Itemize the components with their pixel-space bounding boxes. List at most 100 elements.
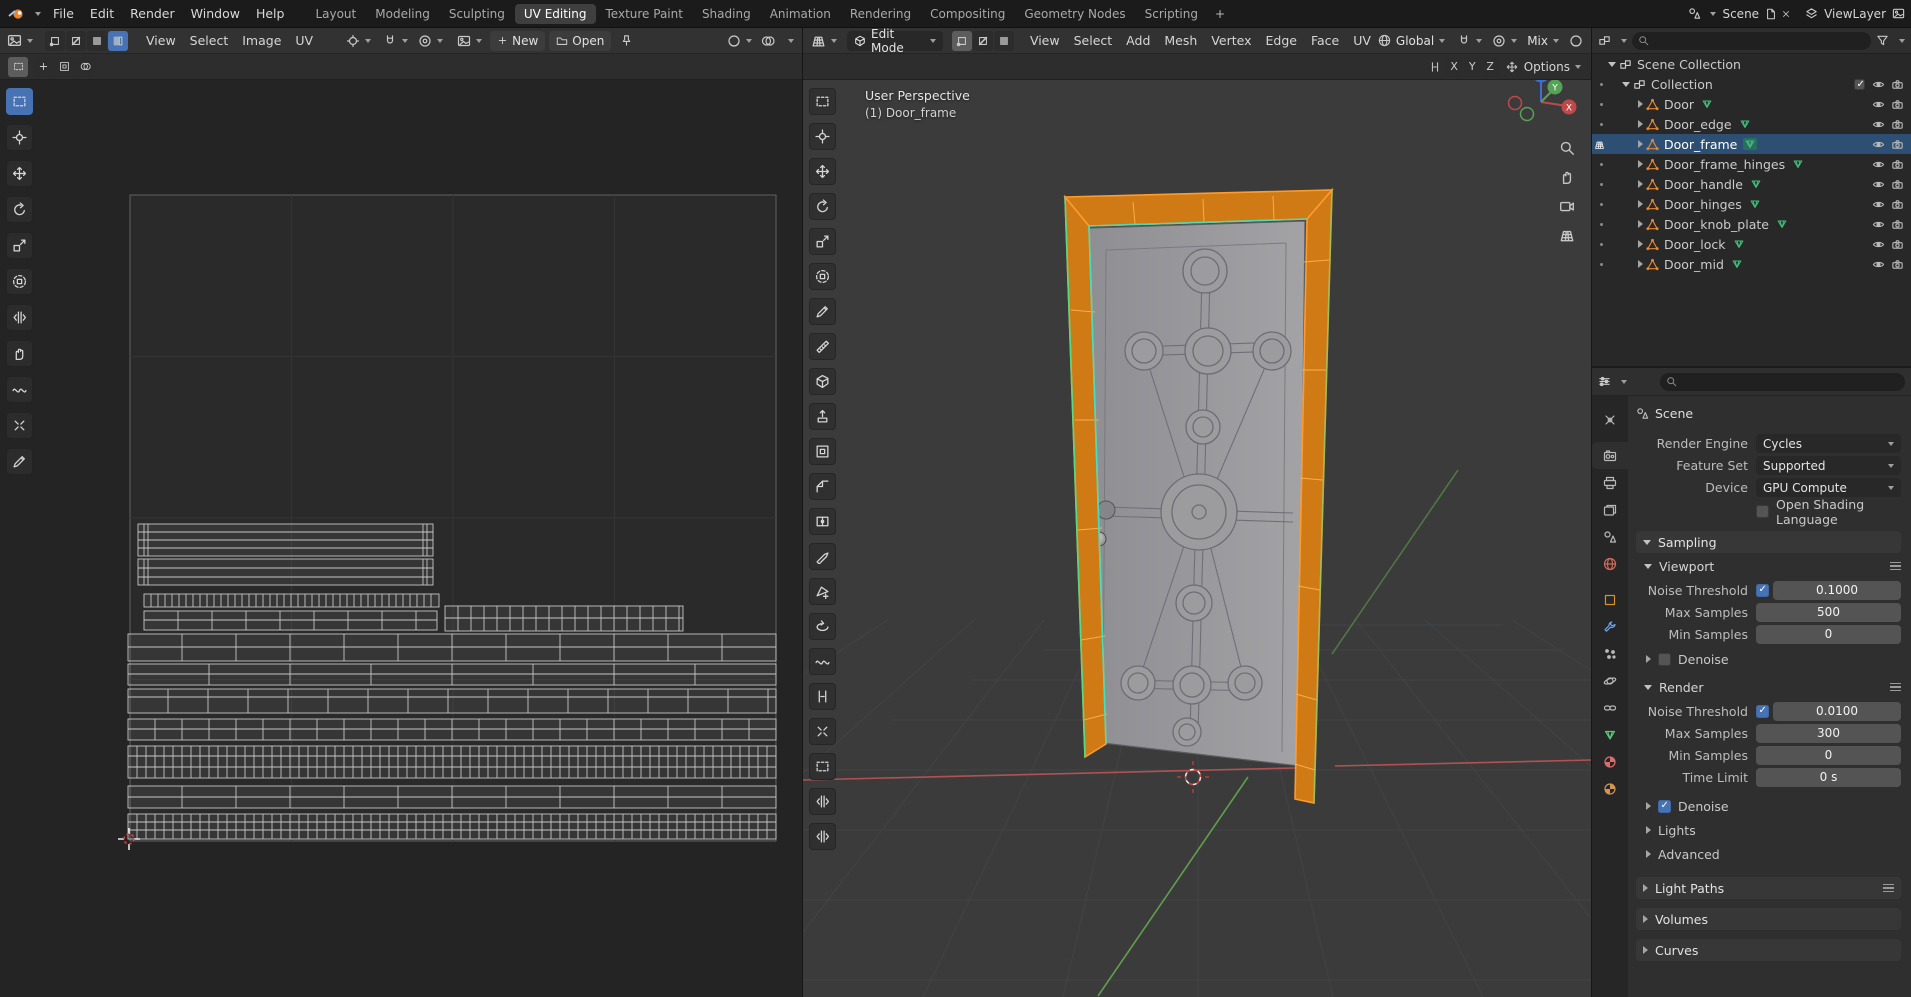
render-noise-threshold-value[interactable]: 0.0100 bbox=[1773, 702, 1901, 721]
uv-canvas[interactable] bbox=[0, 80, 802, 997]
viewport-transform-tool[interactable] bbox=[809, 263, 836, 290]
viewport-measure-tool[interactable] bbox=[809, 333, 836, 360]
expand-toggle[interactable] bbox=[1638, 140, 1643, 148]
curves-panel[interactable]: Curves bbox=[1636, 939, 1901, 961]
workspace-tab-geometry-nodes[interactable]: Geometry Nodes bbox=[1015, 4, 1134, 24]
menu-file[interactable]: File bbox=[45, 0, 82, 28]
render-denoise-row[interactable]: Denoise bbox=[1646, 796, 1905, 816]
viewport-inset-faces-tool[interactable] bbox=[809, 438, 836, 465]
orientation-select[interactable]: Global bbox=[1378, 34, 1446, 48]
render-result-icon[interactable] bbox=[1892, 7, 1905, 20]
viewport-menu-face[interactable]: Face bbox=[1304, 28, 1346, 54]
expand-toggle[interactable] bbox=[1638, 180, 1643, 188]
view-layer-icon[interactable] bbox=[1805, 7, 1818, 20]
workspace-tab-modeling[interactable]: Modeling bbox=[366, 4, 439, 24]
workspace-tab-texture-paint[interactable]: Texture Paint bbox=[597, 4, 692, 24]
outliner-row-door-frame[interactable]: Door_frame bbox=[1592, 134, 1911, 154]
volumes-panel[interactable]: Volumes bbox=[1636, 908, 1901, 930]
render-visibility-camera-icon[interactable] bbox=[1891, 118, 1904, 131]
viewport-canvas[interactable] bbox=[803, 80, 1592, 997]
uv-island-select-icon[interactable] bbox=[108, 30, 128, 51]
uv-grab-tool[interactable] bbox=[6, 340, 33, 367]
viewport-min-samples-value[interactable]: 0 bbox=[1756, 625, 1901, 644]
edge-select-icon[interactable] bbox=[972, 30, 993, 51]
view-layer-name-label[interactable]: ViewLayer bbox=[1824, 7, 1886, 21]
uv-vertex-select-icon[interactable] bbox=[45, 30, 65, 51]
viewport-menu-edge[interactable]: Edge bbox=[1258, 28, 1303, 54]
render-engine-select[interactable]: Cycles bbox=[1756, 434, 1901, 453]
select-subtract-icon[interactable] bbox=[54, 56, 74, 77]
menu-edit[interactable]: Edit bbox=[82, 0, 122, 28]
viewport-extrude-region-tool[interactable] bbox=[809, 403, 836, 430]
viewport-add-cube-tool[interactable] bbox=[809, 368, 836, 395]
world-properties-tab[interactable] bbox=[1592, 550, 1628, 577]
viewport-rip-region-tool[interactable] bbox=[809, 788, 836, 815]
visibility-eye-icon[interactable] bbox=[1872, 98, 1885, 111]
select-extend-icon[interactable] bbox=[33, 56, 53, 77]
shading-sphere-icon[interactable] bbox=[1569, 34, 1583, 48]
scene-properties-tab[interactable] bbox=[1592, 523, 1628, 550]
viewport-rip-edge-tool[interactable] bbox=[809, 823, 836, 850]
outliner-row-door-mid[interactable]: Door_mid bbox=[1592, 254, 1911, 274]
uv-menu-uv[interactable]: UV bbox=[288, 28, 320, 54]
face-select-icon[interactable] bbox=[993, 30, 1014, 51]
visibility-eye-icon[interactable] bbox=[1872, 218, 1885, 231]
door-model[interactable] bbox=[1063, 187, 1334, 804]
render-visibility-camera-icon[interactable] bbox=[1891, 158, 1904, 171]
viewport-poly-build-tool[interactable] bbox=[809, 578, 836, 605]
workspace-tab-sculpting[interactable]: Sculpting bbox=[440, 4, 514, 24]
outliner-row-door-lock[interactable]: Door_lock bbox=[1592, 234, 1911, 254]
viewport-denoise-checkbox[interactable] bbox=[1658, 652, 1671, 666]
workspace-tab-rendering[interactable]: Rendering bbox=[841, 4, 920, 24]
menu-help[interactable]: Help bbox=[248, 0, 293, 28]
proportional-editing-icon[interactable] bbox=[418, 34, 432, 48]
outliner-row-door-handle[interactable]: Door_handle bbox=[1592, 174, 1911, 194]
view-layer-properties-tab[interactable] bbox=[1592, 496, 1628, 523]
viewport-editor-type-icon[interactable] bbox=[811, 33, 826, 48]
uv-face-select-icon[interactable] bbox=[87, 30, 107, 51]
preset-menu-icon[interactable] bbox=[1890, 561, 1901, 571]
properties-editor-type-icon[interactable] bbox=[1598, 375, 1611, 388]
gizmo-neg-x-ball[interactable] bbox=[1507, 95, 1523, 111]
expand-toggle[interactable] bbox=[1608, 61, 1616, 67]
mode-select[interactable]: Edit Mode bbox=[847, 27, 943, 55]
advanced-subpanel[interactable]: Advanced bbox=[1646, 844, 1905, 864]
new-image-button[interactable]: New bbox=[490, 30, 546, 51]
scene-browse-icon[interactable] bbox=[1688, 7, 1701, 20]
device-select[interactable]: GPU Compute bbox=[1756, 478, 1901, 497]
visibility-eye-icon[interactable] bbox=[1872, 158, 1885, 171]
collection-exclude-checkbox[interactable] bbox=[1854, 78, 1865, 90]
expand-toggle[interactable] bbox=[1638, 160, 1643, 168]
render-visibility-camera-icon[interactable] bbox=[1891, 258, 1904, 271]
preset-menu-icon[interactable] bbox=[1890, 682, 1901, 692]
viewport-move-tool[interactable] bbox=[809, 158, 836, 185]
uv-menu-image[interactable]: Image bbox=[235, 28, 288, 54]
workspace-tab-animation[interactable]: Animation bbox=[761, 4, 840, 24]
expand-toggle[interactable] bbox=[1622, 81, 1630, 87]
menu-render[interactable]: Render bbox=[122, 0, 183, 28]
viewport-select-box-tool[interactable] bbox=[809, 88, 836, 115]
render-visibility-camera-icon[interactable] bbox=[1891, 178, 1904, 191]
mirror-y-button[interactable]: Y bbox=[1463, 56, 1481, 77]
tool-options-dropdown[interactable]: Options bbox=[1524, 60, 1581, 74]
filter-funnel-icon[interactable] bbox=[1876, 34, 1889, 47]
properties-search[interactable] bbox=[1660, 372, 1905, 391]
render-visibility-camera-icon[interactable] bbox=[1891, 98, 1904, 111]
properties-search-input[interactable] bbox=[1681, 373, 1899, 390]
unlink-scene-icon[interactable] bbox=[1781, 9, 1791, 19]
constraints-properties-tab[interactable] bbox=[1592, 694, 1628, 721]
viewport-noise-threshold-value[interactable]: 0.1000 bbox=[1773, 581, 1901, 600]
gizmo-toggle-icon[interactable] bbox=[1506, 61, 1518, 73]
uv-cursor-tool[interactable] bbox=[6, 124, 33, 151]
uv-select-box-tool[interactable] bbox=[6, 88, 33, 115]
lights-subpanel[interactable]: Lights bbox=[1646, 820, 1905, 840]
viewport-knife-tool[interactable] bbox=[809, 543, 836, 570]
outliner-row-door-hinges[interactable]: Door_hinges bbox=[1592, 194, 1911, 214]
viewport-annotate-tool[interactable] bbox=[809, 298, 836, 325]
sampling-viewport-subpanel[interactable]: Viewport bbox=[1644, 556, 1901, 576]
viewport-denoise-row[interactable]: Denoise bbox=[1646, 649, 1905, 669]
viewport-bevel-tool[interactable] bbox=[809, 473, 836, 500]
outliner-row-door[interactable]: Door bbox=[1592, 94, 1911, 114]
visibility-eye-icon[interactable] bbox=[1872, 198, 1885, 211]
uv-annotate-tool[interactable] bbox=[6, 448, 33, 475]
